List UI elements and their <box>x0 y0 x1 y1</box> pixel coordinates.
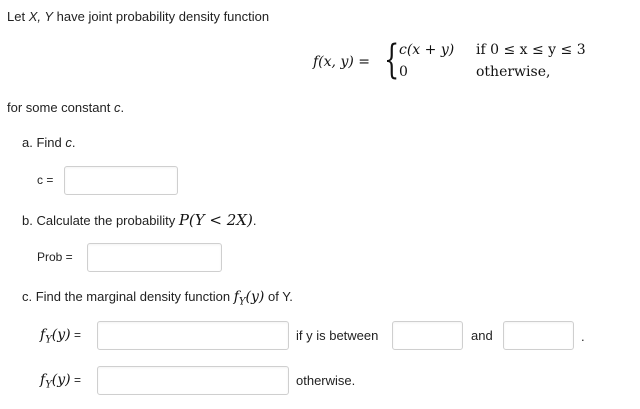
part-b-prefix: b. Calculate the probability <box>22 213 179 228</box>
intro-prefix: Let <box>7 9 29 24</box>
c-field-label: c = <box>37 173 54 187</box>
intro-vars: X, Y <box>28 9 54 24</box>
intro-suffix: have joint probability density function <box>53 9 270 24</box>
part-a-prefix: a. Find <box>22 135 66 150</box>
part-a-heading: a. Find c. <box>22 135 75 150</box>
lower-bound-input[interactable] <box>392 321 463 350</box>
row2-arg: (y) <box>51 372 71 388</box>
part-c-prefix: c. Find the marginal density function <box>22 289 234 304</box>
c-input[interactable] <box>64 166 178 195</box>
between-text: if y is between <box>296 328 379 343</box>
constant-line: for some constant c. <box>7 100 124 115</box>
part-c-suffix: of Y. <box>264 289 293 304</box>
part-c-arg: (y) <box>245 289 265 305</box>
prob-input[interactable] <box>87 243 222 272</box>
row2-eq: = <box>70 373 81 387</box>
marginal-row2-label: fY(y) = <box>40 372 81 391</box>
part-b-suffix: . <box>252 213 257 228</box>
part-b-math: P(Y < 2X) <box>178 211 253 229</box>
row1-sub: Y <box>45 334 52 346</box>
row2-sub: Y <box>45 379 52 391</box>
and-text: and <box>471 328 493 343</box>
part-b-heading: b. Calculate the probability P(Y < 2X). <box>22 211 256 229</box>
pdf-lhs: f(x, y) = <box>313 54 370 70</box>
pdf-brace: { <box>384 37 400 83</box>
marginal-otherwise-input[interactable] <box>97 366 289 395</box>
constant-prefix: for some constant <box>7 100 114 115</box>
marginal-density-input[interactable] <box>97 321 289 350</box>
row1-arg: (y) <box>51 327 71 343</box>
part-c-heading: c. Find the marginal density function fY… <box>22 289 293 308</box>
row1-period: . <box>581 329 585 344</box>
pdf-case1-cond: if 0 ≤ x ≤ y ≤ 3 <box>476 42 586 58</box>
otherwise-text: otherwise. <box>296 373 356 388</box>
prob-field-label: Prob = <box>37 250 73 264</box>
marginal-row1-label: fY(y) = <box>40 327 81 346</box>
part-c-sub: Y <box>238 296 246 308</box>
part-a-suffix: . <box>71 135 76 150</box>
upper-bound-input[interactable] <box>503 321 574 350</box>
row1-eq: = <box>70 328 81 342</box>
constant-suffix: . <box>120 100 125 115</box>
pdf-case1-expr: c(x + y) <box>399 42 455 58</box>
pdf-case2-expr: 0 <box>399 64 408 80</box>
pdf-case2-cond: otherwise, <box>476 64 551 80</box>
intro-line: Let X, Y have joint probability density … <box>7 9 269 24</box>
